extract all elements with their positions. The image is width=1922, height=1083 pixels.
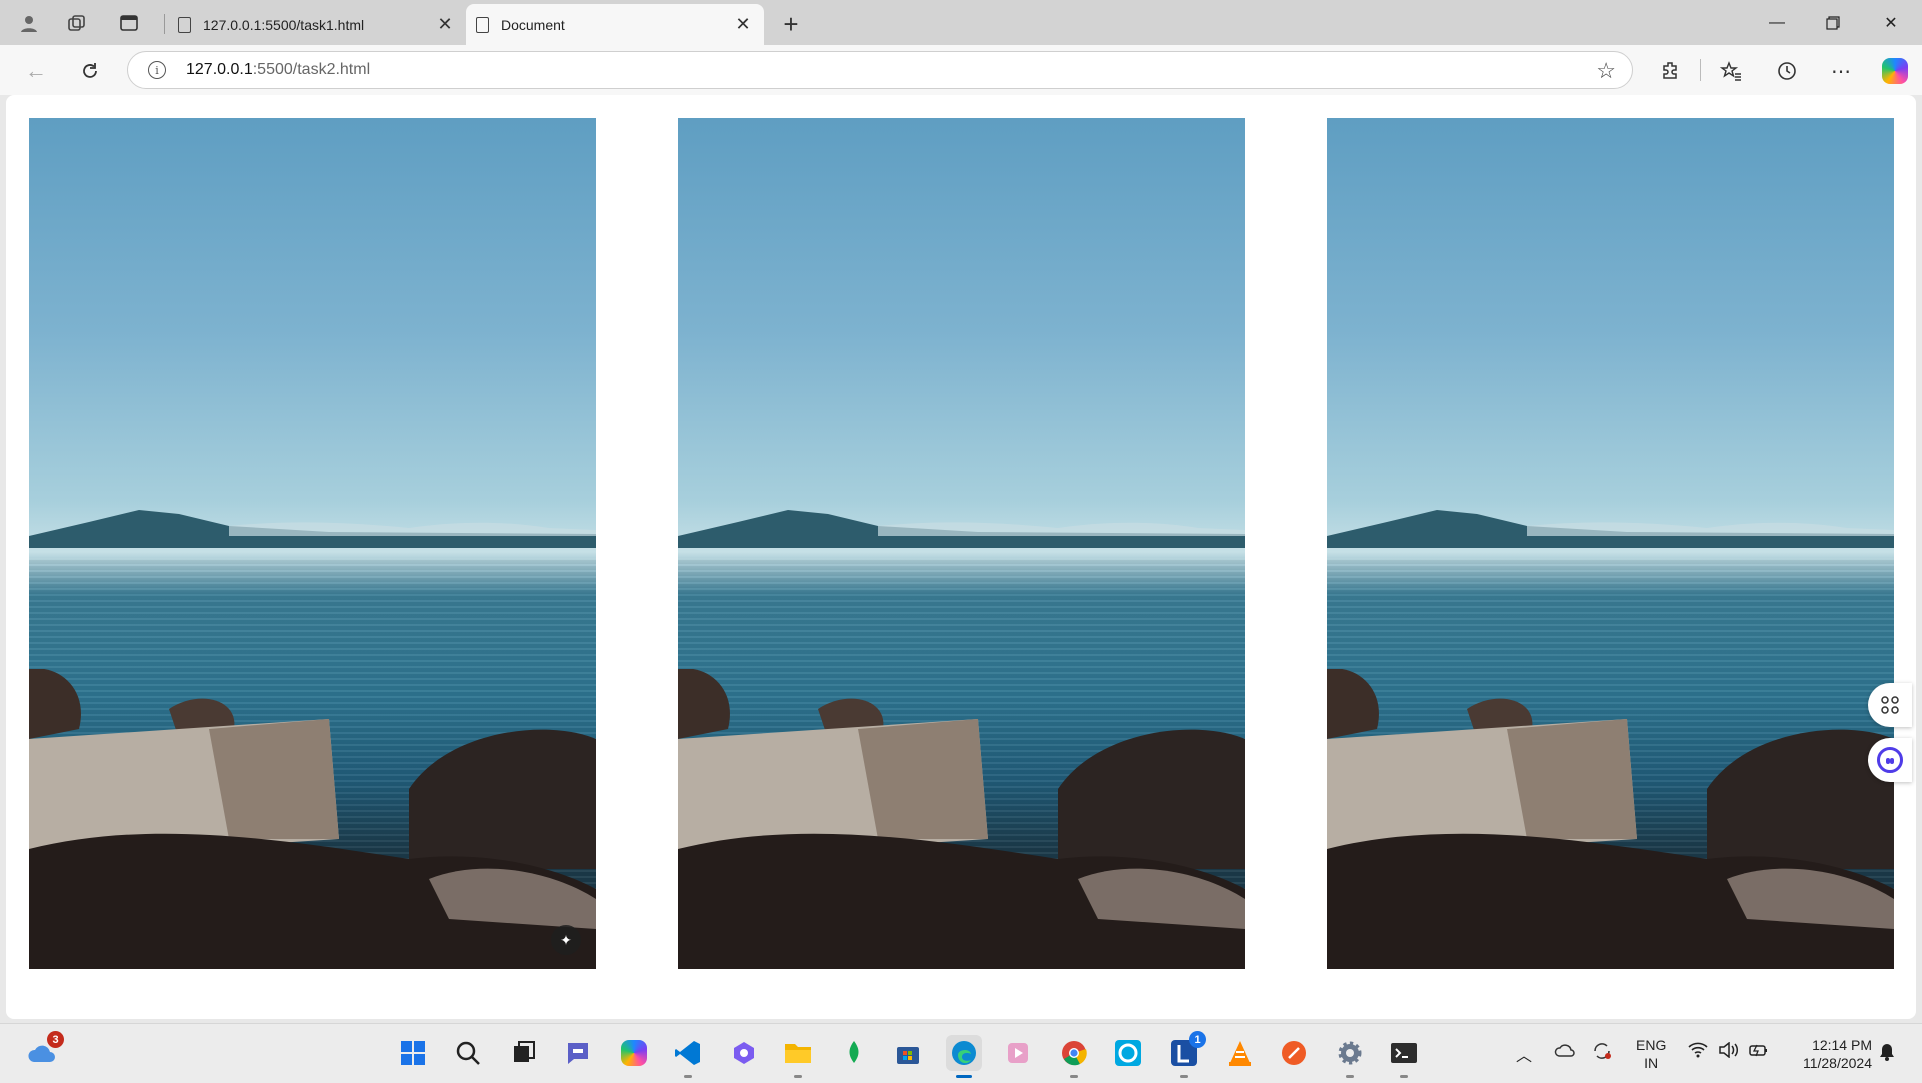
start-icon[interactable] <box>395 1035 431 1071</box>
system-clock[interactable]: 12:14 PM 11/28/2024 <box>1782 1036 1872 1072</box>
chrome-icon[interactable] <box>1056 1035 1092 1078</box>
restore-button[interactable] <box>1808 8 1858 38</box>
site-info-icon[interactable]: i <box>148 61 166 79</box>
vscode-icon[interactable] <box>670 1035 706 1078</box>
history-icon[interactable] <box>1770 55 1804 87</box>
extensions-icon[interactable] <box>1654 55 1688 87</box>
minimize-button[interactable]: — <box>1752 8 1802 38</box>
toolbar-divider <box>1700 59 1701 81</box>
running-indicator <box>1400 1075 1408 1078</box>
vlc-icon[interactable] <box>1222 1035 1258 1071</box>
island-silhouette <box>1327 510 1894 548</box>
page-content: ✦ <box>6 95 1916 1019</box>
tab-title: Document <box>501 16 565 33</box>
weather-widget-icon[interactable]: 3 <box>24 1031 64 1071</box>
tab-strip: 127.0.0.1:5500/task1.html ✕ Document ✕ +… <box>0 0 1922 45</box>
island-silhouette <box>29 510 596 548</box>
copilot-app-icon[interactable] <box>616 1035 652 1071</box>
sync-icon[interactable] <box>1592 1042 1612 1065</box>
onedrive-icon[interactable] <box>1554 1042 1576 1063</box>
landscape-photo-3 <box>1327 118 1894 969</box>
notification-badge: 1 <box>1189 1031 1206 1048</box>
windows-taskbar: 3 1 ︿ ENG IN 12:14 PM 11/28/2024 <box>0 1023 1922 1083</box>
tab-document[interactable]: Document ✕ <box>466 4 764 45</box>
rocks-and-log <box>29 669 596 969</box>
back-button[interactable]: ← <box>20 55 52 87</box>
favorite-star-icon[interactable]: ☆ <box>1596 58 1616 84</box>
document-icon <box>178 16 191 33</box>
search-icon[interactable] <box>450 1035 486 1071</box>
running-indicator <box>1180 1075 1188 1078</box>
rocks-and-log <box>678 669 1245 969</box>
more-menu-icon[interactable]: ⋯ <box>1824 55 1858 87</box>
volume-icon[interactable] <box>1718 1041 1740 1063</box>
battery-icon[interactable] <box>1748 1042 1770 1063</box>
favorites-icon[interactable] <box>1714 55 1748 87</box>
running-indicator <box>794 1075 802 1078</box>
clock-time: 12:14 PM <box>1812 1037 1872 1053</box>
copilot-icon[interactable] <box>1878 55 1912 87</box>
language-code: ENG <box>1636 1037 1667 1053</box>
edge-browser-icon[interactable] <box>946 1035 982 1078</box>
url-text: 127.0.0.1:5500/task2.html <box>186 61 371 78</box>
sidebar-apps-button[interactable] <box>1868 683 1912 727</box>
running-indicator <box>1346 1075 1354 1078</box>
profile-icon[interactable] <box>14 8 44 38</box>
task-view-icon[interactable] <box>506 1035 542 1071</box>
running-indicator <box>956 1075 972 1078</box>
tab-task1[interactable]: 127.0.0.1:5500/task1.html ✕ <box>168 4 466 45</box>
running-indicator <box>1070 1075 1078 1078</box>
language-indicator[interactable]: ENG IN <box>1636 1036 1666 1072</box>
address-toolbar: ← i 127.0.0.1:5500/task2.html ☆ ⋯ <box>0 45 1922 95</box>
mongodb-compass-icon[interactable] <box>836 1035 872 1071</box>
tab-title: 127.0.0.1:5500/task1.html <box>203 16 365 33</box>
alexa-icon[interactable] <box>1110 1035 1146 1071</box>
settings-gear-icon[interactable] <box>1332 1035 1368 1078</box>
assistant-bot-icon <box>1877 747 1903 773</box>
clock-date: 11/28/2024 <box>1802 1055 1872 1071</box>
m365-icon[interactable] <box>726 1035 762 1071</box>
region-code: IN <box>1644 1055 1659 1071</box>
refresh-button[interactable] <box>74 55 106 87</box>
tab-separator <box>164 14 165 34</box>
close-icon[interactable]: ✕ <box>434 14 456 35</box>
visual-search-icon[interactable]: ✦ <box>551 925 581 955</box>
file-explorer-icon[interactable] <box>780 1035 816 1078</box>
landscape-photo-1: ✦ <box>29 118 596 969</box>
workspaces-icon[interactable] <box>62 8 92 38</box>
running-indicator <box>684 1075 692 1078</box>
microsoft-store-icon[interactable] <box>890 1035 926 1071</box>
apps-grid-icon <box>1881 696 1899 714</box>
close-icon[interactable]: ✕ <box>732 14 754 35</box>
notification-badge: 3 <box>47 1031 64 1048</box>
wifi-icon[interactable] <box>1688 1042 1708 1063</box>
new-tab-button[interactable]: + <box>776 9 806 39</box>
notification-bell-icon[interactable] <box>1878 1042 1896 1067</box>
rocks-and-log <box>1327 669 1894 969</box>
document-icon <box>476 16 489 33</box>
island-silhouette <box>678 510 1245 548</box>
lens-app-icon[interactable]: 1 <box>1166 1031 1206 1078</box>
landscape-photo-2 <box>678 118 1245 969</box>
media-player-icon[interactable] <box>1000 1035 1036 1071</box>
address-bar[interactable]: i 127.0.0.1:5500/task2.html ☆ <box>127 51 1633 89</box>
terminal-icon[interactable] <box>1386 1035 1422 1078</box>
teams-chat-icon[interactable] <box>560 1035 596 1071</box>
postman-icon[interactable] <box>1276 1035 1312 1071</box>
vertical-tabs-icon[interactable] <box>114 8 144 38</box>
chevron-up-icon[interactable]: ︿ <box>1516 1042 1532 1066</box>
sidebar-assistant-button[interactable] <box>1868 738 1912 782</box>
close-window-button[interactable]: ✕ <box>1866 8 1916 38</box>
